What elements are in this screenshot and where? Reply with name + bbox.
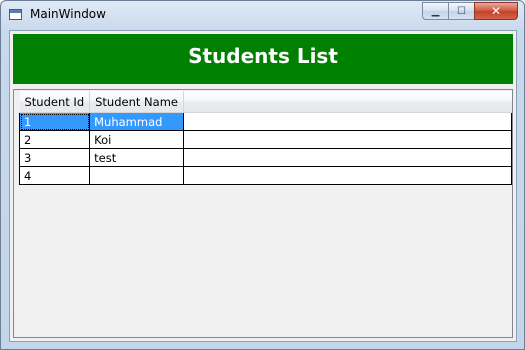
cell-student-id[interactable]: 1 (18, 112, 91, 131)
row-filler (183, 148, 513, 167)
cell-student-name[interactable]: test (89, 148, 184, 167)
close-button[interactable]: ✕ (474, 2, 518, 20)
maximize-icon: ☐ (457, 5, 466, 17)
column-header-student-id[interactable]: Student Id (19, 91, 91, 113)
maximize-button[interactable]: ☐ (448, 2, 474, 20)
minimize-button[interactable]: ▁ (422, 2, 448, 20)
caption-buttons: ▁ ☐ ✕ (422, 2, 518, 22)
row-filler (183, 130, 513, 149)
cell-student-name[interactable] (89, 166, 184, 185)
cell-student-name[interactable]: Koi (89, 130, 184, 149)
client-area: Students List Student Id Student Name 1 … (9, 30, 517, 342)
column-header-row: Student Id Student Name (19, 91, 512, 113)
cell-student-id[interactable]: 4 (18, 166, 91, 185)
row-filler (183, 166, 513, 185)
window-icon[interactable] (9, 9, 22, 20)
table-row[interactable]: 2 Koi (18, 130, 513, 149)
title-bar[interactable]: MainWindow ▁ ☐ ✕ (1, 1, 524, 29)
new-item-row[interactable]: 4 (18, 166, 513, 185)
page-title: Students List (188, 44, 338, 68)
table-row[interactable]: 1 Muhammad (18, 112, 513, 131)
minimize-icon: ▁ (431, 5, 440, 17)
cell-student-id[interactable]: 3 (18, 148, 91, 167)
cell-student-id[interactable]: 2 (18, 130, 91, 149)
window-title: MainWindow (30, 7, 106, 21)
column-header-student-name[interactable]: Student Name (89, 91, 184, 113)
header-banner: Students List (13, 34, 513, 84)
main-window: MainWindow ▁ ☐ ✕ Students List Student I… (0, 0, 525, 350)
cell-student-name[interactable]: Muhammad (89, 112, 184, 131)
students-table: Student Id Student Name 1 Muhammad 2 Koi (18, 91, 513, 185)
students-data-grid[interactable]: Student Id Student Name 1 Muhammad 2 Koi (13, 89, 513, 338)
close-icon: ✕ (490, 4, 502, 18)
row-filler (183, 112, 513, 131)
column-header-filler (183, 91, 512, 113)
table-row[interactable]: 3 test (18, 148, 513, 167)
